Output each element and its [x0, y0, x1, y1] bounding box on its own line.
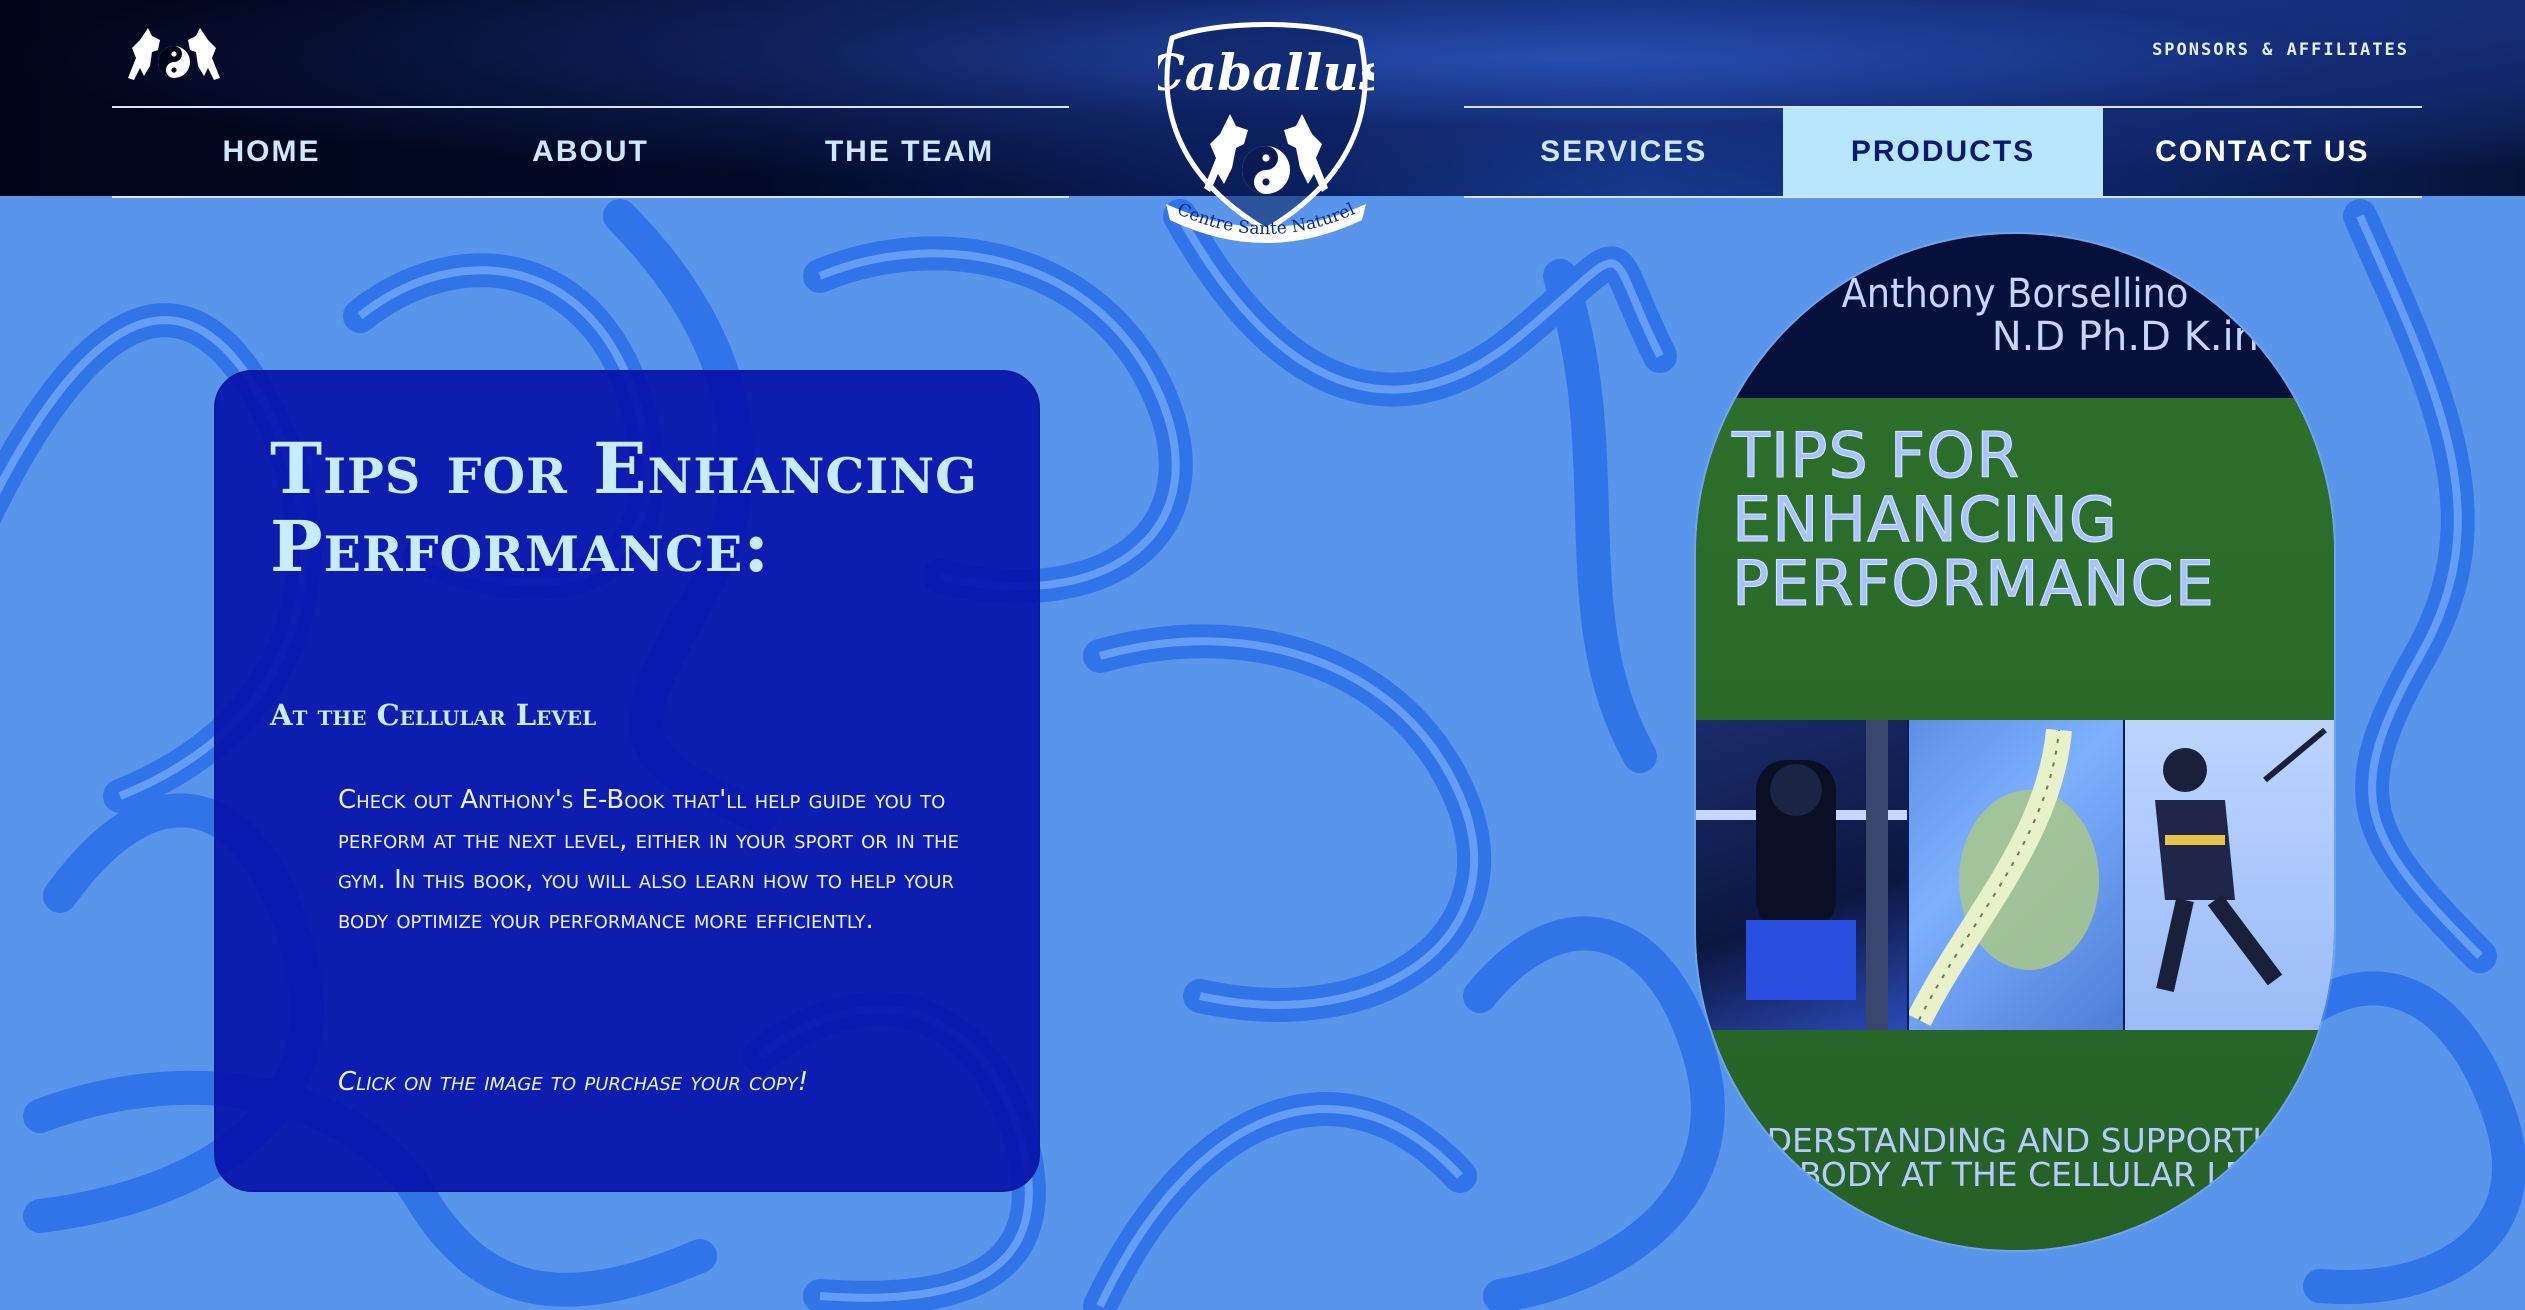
nav-left: HOME ABOUT THE TEAM: [112, 106, 1069, 198]
nav-item-contact-us[interactable]: CONTACT US: [2103, 108, 2422, 196]
ebook-photo-strip: [1696, 720, 2334, 1030]
ebook-promo-card: Tips for Enhancing Performance: At the C…: [214, 370, 1040, 1192]
page-title: Tips for Enhancing Performance:: [270, 427, 978, 588]
hockey-player-photo: [2125, 720, 2334, 1030]
ebook-credentials: N.D Ph.D K.in: [1991, 314, 2259, 360]
nav-item-home[interactable]: HOME: [112, 108, 431, 196]
ebook-description: Check out Anthony's E-Book that'll help …: [338, 785, 959, 935]
ebook-cover-image[interactable]: Anthony Borsellino N.D Ph.D K.in TIPS FO…: [1696, 234, 2334, 1250]
logo-wordmark: Caballus: [1158, 43, 1374, 102]
nav-item-the-team[interactable]: THE TEAM: [750, 108, 1069, 196]
horses-yin-yang-icon[interactable]: [122, 18, 226, 88]
ebook-tagline-line1: UNDERSTANDING AND SUPPORTING: [1717, 1121, 2313, 1160]
ebook-author: Anthony Borsellino: [1841, 271, 2189, 317]
nav-right: SERVICES PRODUCTS CONTACT US: [1464, 106, 2422, 198]
caballus-logo[interactable]: Caballus Centre Sante Naturel: [1158, 18, 1374, 246]
nav-item-services[interactable]: SERVICES: [1464, 108, 1783, 196]
nav-item-products[interactable]: PRODUCTS: [1783, 108, 2103, 196]
gym-squat-photo: [1696, 720, 1907, 1030]
ebook-title: TIPS FOR ENHANCING PERFORMANCE: [1732, 419, 2215, 620]
ebook-tagline-line2: THE BODY AT THE CELLULAR LEVEL: [1722, 1155, 2308, 1194]
ebook-tagline: UNDERSTANDING AND SUPPORTING THE BODY AT…: [1696, 1124, 2334, 1192]
nav-item-about[interactable]: ABOUT: [431, 108, 750, 196]
purchase-cta-text: Click on the image to purchase your copy…: [338, 1067, 809, 1097]
measuring-tape-apple-photo: [1906, 720, 2126, 1030]
site-header: SPONSORS & AFFILIATES HOME ABOUT THE TEA…: [0, 0, 2525, 243]
page-subtitle: At the Cellular Level: [270, 698, 597, 732]
sponsors-affiliates-link[interactable]: SPONSORS & AFFILIATES: [2152, 40, 2409, 60]
